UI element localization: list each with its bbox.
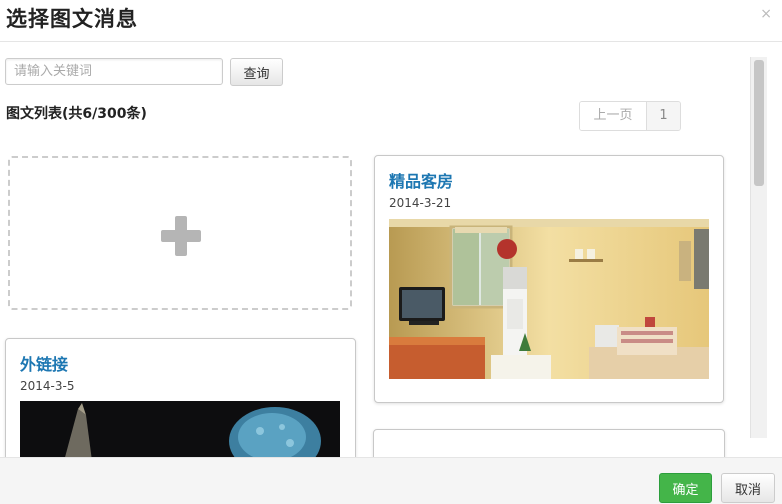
article-date: 2014-3-21	[389, 196, 452, 210]
scrollbar[interactable]	[750, 57, 767, 438]
close-icon[interactable]: ×	[760, 6, 772, 22]
plus-icon	[161, 216, 201, 256]
article-card[interactable]: 精品客房 2014-3-21	[374, 155, 724, 403]
article-cover-image	[389, 219, 709, 379]
article-cover-image	[20, 401, 340, 461]
search-button[interactable]: 查询	[230, 58, 283, 86]
dialog-header: 选择图文消息 ×	[0, 0, 782, 42]
search-input[interactable]	[5, 58, 223, 85]
article-date: 2014-3-5	[20, 379, 75, 393]
dialog-title: 选择图文消息	[6, 7, 138, 31]
pagination: 上一页 1	[579, 101, 681, 131]
prev-page-button[interactable]: 上一页	[580, 102, 647, 130]
article-title: 精品客房	[389, 172, 454, 191]
dialog-footer: 确定 取消	[0, 457, 782, 504]
add-article-card[interactable]	[8, 156, 352, 310]
list-title: 图文列表(共6/300条)	[6, 106, 147, 122]
scrollbar-thumb[interactable]	[754, 60, 764, 186]
confirm-button[interactable]: 确定	[659, 473, 712, 503]
cancel-button[interactable]: 取消	[721, 473, 775, 503]
page-number-button[interactable]: 1	[647, 102, 680, 130]
article-title: 外链接	[20, 355, 69, 374]
